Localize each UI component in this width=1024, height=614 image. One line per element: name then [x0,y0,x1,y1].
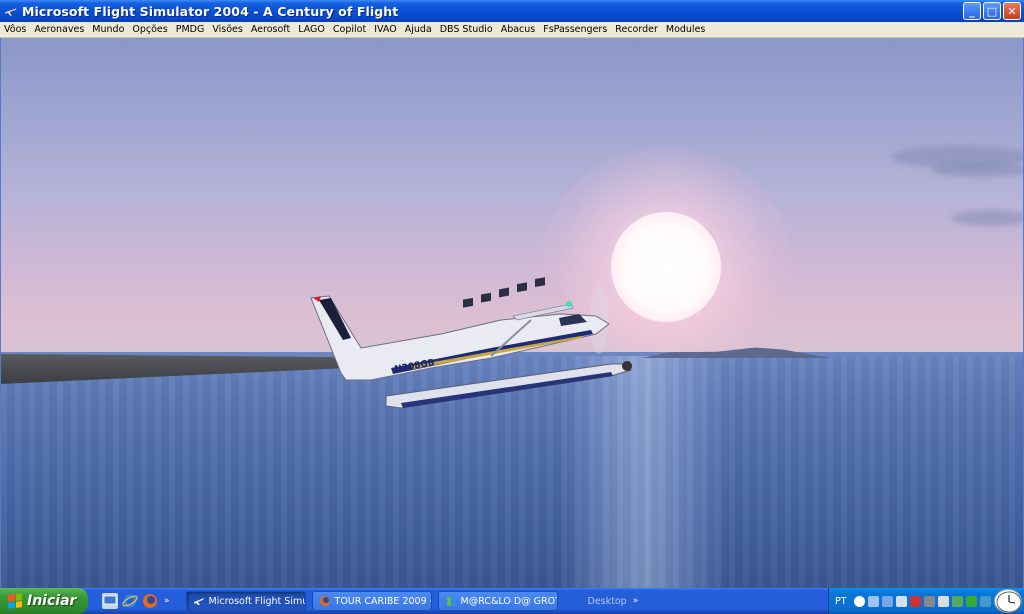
menu-item-aeronaves[interactable]: Aeronaves [34,24,84,35]
menu-item-modules[interactable]: Modules [666,24,706,35]
start-label: Iniciar [27,593,77,609]
quick-launch-more-icon[interactable]: » [164,596,170,606]
messenger-icon [445,595,457,607]
menu-item-dbs-studio[interactable]: DBS Studio [440,24,493,35]
close-icon: ✕ [1007,4,1017,18]
start-button[interactable]: Iniciar [0,588,88,614]
clock-icon[interactable] [994,589,1022,613]
task-label: Microsoft Flight Simul... [208,595,305,607]
menu-item-opcoes[interactable]: Opções [132,24,167,35]
headset-icon[interactable] [923,595,935,607]
menu-item-aerosoft[interactable]: Aerosoft [251,24,290,35]
task-label: M@RC&LO D@ GROT... [460,595,557,607]
close-button[interactable]: ✕ [1003,2,1021,20]
window-title: Microsoft Flight Simulator 2004 - A Cent… [22,3,399,19]
tray-expand-icon[interactable] [853,595,865,607]
quick-launch: » [102,593,170,609]
seaplane: N208GB [310,277,632,409]
menu-item-lago[interactable]: LAGO [298,24,325,35]
menu-item-pmdg[interactable]: PMDG [176,24,205,35]
menu-item-ajuda[interactable]: Ajuda [405,24,432,35]
cloud [931,163,1023,177]
firefox-icon [319,595,331,607]
menu-item-ivao[interactable]: IVAO [374,24,397,35]
task-button-tour-caribe[interactable]: TOUR CARIBE 2009 - ... [311,591,432,611]
menu-item-voos[interactable]: Vôos [4,24,26,35]
firefox-icon[interactable] [142,593,158,609]
task-button-flight-simulator[interactable]: Microsoft Flight Simul... [185,591,306,611]
system-tray: PT [828,588,1024,614]
shield-icon[interactable] [951,595,963,607]
maximize-icon: □ [986,4,998,18]
taskbar: Iniciar » Microsoft Flight Simul... TOUR… [0,588,1024,614]
maximize-button[interactable]: □ [983,2,1001,20]
show-desktop-icon[interactable] [102,593,118,609]
menu-item-abacus[interactable]: Abacus [501,24,536,35]
window-title-bar[interactable]: Microsoft Flight Simulator 2004 - A Cent… [0,0,1024,22]
task-button-messenger[interactable]: M@RC&LO D@ GROT... [437,591,558,611]
network-icon[interactable] [881,595,893,607]
task-label: TOUR CARIBE 2009 - ... [334,595,431,607]
antivirus-icon[interactable] [909,595,921,607]
messenger-icon[interactable] [979,595,991,607]
menu-item-recorder[interactable]: Recorder [615,24,658,35]
menu-item-copilot[interactable]: Copilot [333,24,366,35]
desktop-toolbar-more-icon[interactable]: » [633,596,639,606]
windows-logo-icon [8,593,22,609]
simulator-viewport[interactable]: N208GB [0,38,1024,588]
monitor-icon[interactable] [895,595,907,607]
desktop-toolbar-label[interactable]: Desktop [588,596,627,607]
menu-item-visoes[interactable]: Visões [212,24,243,35]
minimize-button[interactable]: _ [963,2,981,20]
menu-item-fspassengers[interactable]: FsPassengers [543,24,607,35]
flight-simulator-app-icon[interactable] [4,4,18,18]
internet-explorer-icon[interactable] [122,593,138,609]
cloud [951,210,1023,226]
menu-bar: Vôos Aeronaves Mundo Opções PMDG Visões … [0,22,1024,38]
speaker-icon[interactable] [937,595,949,607]
fs-plane-icon [193,595,205,607]
minimize-icon: _ [969,4,975,18]
language-indicator[interactable]: PT [835,596,847,607]
network-icon[interactable] [867,595,879,607]
menu-item-mundo[interactable]: Mundo [92,24,124,35]
vo-icon[interactable] [965,595,977,607]
